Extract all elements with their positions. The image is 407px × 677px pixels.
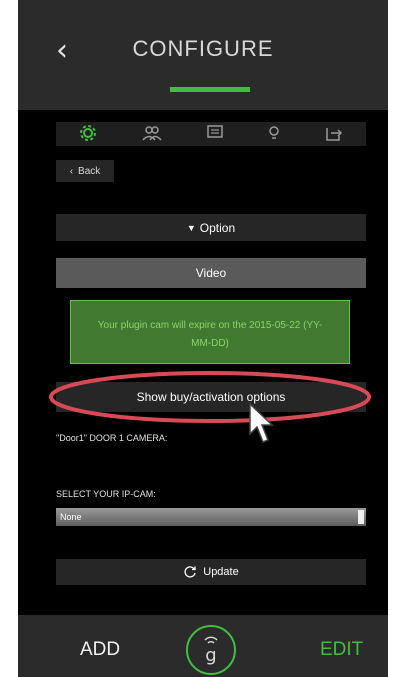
header: ‹ CONFIGURE [18,0,388,110]
back-button-label: Back [78,165,101,177]
app-logo-icon[interactable]: g [186,625,236,675]
expire-notice-text: Your plugin cam will expire on the 2015-… [97,320,323,349]
video-tab[interactable]: Video [56,258,366,288]
export-icon[interactable] [325,125,343,144]
ipcam-select[interactable]: None [56,508,366,526]
add-button[interactable]: ADD [80,639,120,661]
edit-button[interactable]: EDIT [320,639,363,661]
option-label: Option [199,220,236,235]
back-button[interactable]: ‹ Back [56,160,114,182]
video-label: Video [195,266,227,280]
update-label: Update [203,566,239,578]
ipcam-select-value: None [60,512,82,522]
users-icon[interactable] [142,125,162,144]
title-underline [170,87,250,92]
lightbulb-icon[interactable] [268,125,280,144]
expire-notice: Your plugin cam will expire on the 2015-… [70,300,350,364]
select-ipcam-label: SELECT YOUR IP-CAM: [56,489,156,499]
gear-icon[interactable] [79,124,97,145]
camera-label: "Door1" DOOR 1 CAMERA: [56,433,168,443]
select-handle [358,510,364,524]
annotation-ellipse [49,371,371,423]
messages-icon[interactable] [207,124,223,144]
page-title: CONFIGURE [132,36,274,61]
content-area: ‹ Back ▼ Option Video Your plugin cam wi… [18,110,388,615]
update-button[interactable]: Update [56,559,366,585]
tab-icon-bar [56,122,366,146]
triangle-down-icon: ▼ [186,222,196,233]
refresh-icon [184,566,196,578]
footer-bar: ADD g EDIT [18,615,388,677]
mouse-cursor-icon [249,402,274,443]
option-toggle[interactable]: ▼ Option [56,214,366,241]
chevron-left-icon: ‹ [69,165,74,177]
phone-screen: ‹ CONFIGURE ‹ Back ▼ Option Video Your p… [18,0,388,677]
logo-letter: g [205,645,216,666]
